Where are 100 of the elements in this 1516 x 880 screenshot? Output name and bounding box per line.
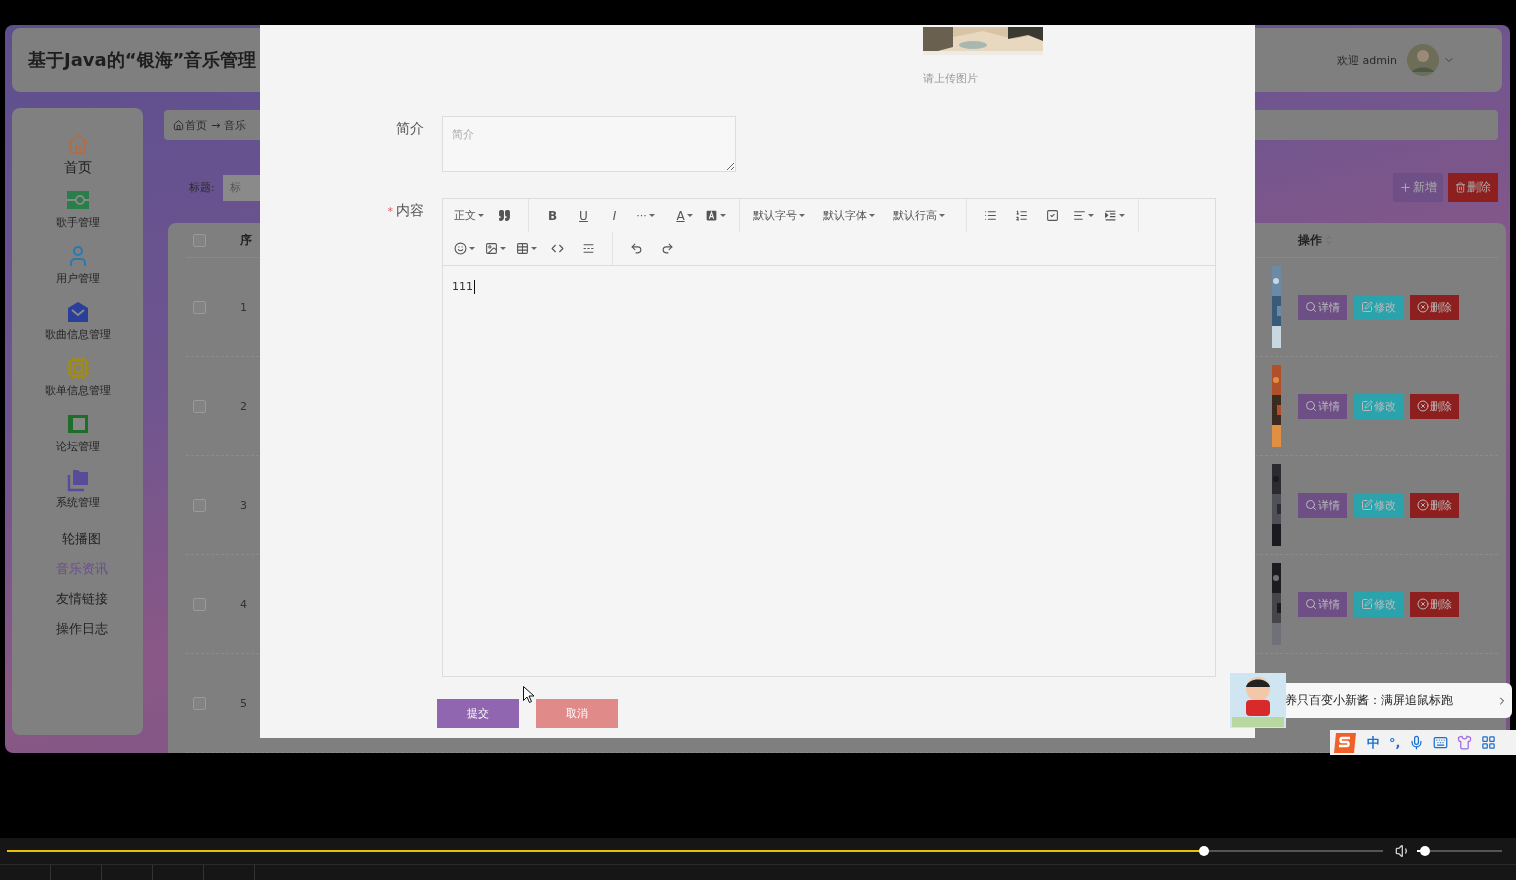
circle-x-icon — [1417, 598, 1429, 610]
column-header: 序 — [240, 231, 253, 249]
checkbox[interactable] — [193, 597, 206, 611]
breadcrumb-link[interactable]: 音乐 — [224, 117, 247, 133]
volume-thumb[interactable] — [1419, 846, 1430, 856]
undo-icon — [630, 242, 643, 255]
text-caret — [474, 280, 475, 294]
table-cell-text: 1 — [240, 300, 248, 314]
panel-icon — [65, 412, 90, 436]
table-icon — [516, 242, 529, 255]
punctuation-mode[interactable]: °, — [1389, 735, 1401, 750]
sidebar-item[interactable]: 轮播图 — [62, 524, 101, 554]
notification-card[interactable]: 养只百变小新酱：满屏追鼠标跑 — [1284, 683, 1512, 718]
checkbox[interactable] — [193, 696, 206, 710]
breadcrumb-separator: → — [211, 118, 221, 132]
intro-textarea[interactable]: 简介 — [442, 116, 736, 172]
circle-x-icon — [1417, 400, 1429, 412]
grid-icon[interactable] — [1481, 735, 1497, 750]
quote-icon — [498, 209, 511, 222]
detail-button[interactable]: 详情 — [1298, 294, 1347, 320]
emoji-icon — [454, 242, 467, 255]
delete-button[interactable]: 删除 — [1410, 393, 1459, 419]
welcome-text: 欢迎 admin — [1337, 52, 1397, 68]
search-icon — [1305, 598, 1317, 610]
divider-line-icon — [582, 242, 595, 255]
table-cell-text: 3 — [240, 498, 248, 512]
checkbox[interactable] — [193, 498, 206, 512]
toolbar-button[interactable]: ··· — [630, 202, 661, 229]
checklist-icon — [1046, 209, 1059, 222]
delete-button[interactable]: 删除 — [1410, 492, 1459, 518]
shirt-icon[interactable] — [1457, 735, 1473, 750]
sidebar-item[interactable]: 首页 — [63, 132, 92, 188]
add-button[interactable]: 新增 — [1393, 173, 1443, 202]
sidebar-item[interactable]: 用户管理 — [55, 244, 100, 300]
numbered-list-icon — [1015, 209, 1028, 222]
progress-thumb[interactable] — [1199, 846, 1210, 856]
pencil-square-icon — [1361, 301, 1373, 313]
ime-logo-icon[interactable] — [1332, 730, 1358, 755]
search-icon — [1305, 499, 1317, 511]
chip-icon — [65, 356, 90, 380]
sidebar-item[interactable]: 歌曲信息管理 — [44, 300, 111, 356]
detail-button[interactable]: 详情 — [1298, 393, 1347, 419]
toolbar-button[interactable]: B — [537, 202, 568, 229]
table-cell-text: 2 — [240, 399, 248, 413]
delete-button[interactable]: 删除 — [1410, 591, 1459, 617]
app-title: 基于Java的“银海”音乐管理 — [28, 48, 257, 72]
table-cell-text: 5 — [240, 696, 248, 710]
table-cell-text: 4 — [240, 597, 248, 611]
toolbar-button[interactable]: U — [568, 202, 599, 229]
cancel-button[interactable]: 取消 — [536, 699, 618, 728]
mouse-pointer-icon — [523, 686, 534, 703]
toggle-icon — [65, 188, 90, 212]
avatar-icon[interactable] — [1407, 44, 1439, 76]
envelope-icon — [65, 300, 90, 324]
pencil-square-icon — [1361, 499, 1373, 511]
toolbar-button[interactable]: 默认字体 — [818, 202, 880, 229]
trash-icon — [1455, 182, 1466, 193]
circle-x-icon — [1417, 301, 1429, 313]
sidebar-item[interactable]: 系统管理 — [55, 468, 100, 524]
editor-text: 111 — [452, 280, 473, 293]
search-icon — [1305, 400, 1317, 412]
detail-button[interactable]: 详情 — [1298, 492, 1347, 518]
image-icon — [485, 242, 498, 255]
indent-icon — [1104, 209, 1117, 222]
search-label: 标题: — [189, 180, 215, 195]
sidebar-item[interactable]: 歌手管理 — [55, 188, 100, 244]
delete-button[interactable]: 删除 — [1410, 294, 1459, 320]
toolbar-button[interactable]: A — [669, 202, 700, 229]
folders-icon — [65, 468, 90, 492]
breadcrumb-link[interactable]: 首页 — [173, 117, 207, 133]
toolbar-button[interactable]: I — [599, 202, 630, 229]
align-icon — [1073, 209, 1086, 222]
sidebar-item[interactable]: 友情链接 — [55, 584, 108, 614]
notification-text: 养只百变小新酱：满屏追鼠标跑 — [1285, 692, 1453, 709]
pencil-square-icon — [1361, 400, 1373, 412]
keyboard-icon[interactable] — [1433, 735, 1449, 750]
pencil-square-icon — [1361, 598, 1373, 610]
checkbox[interactable] — [193, 300, 206, 314]
submit-button[interactable]: 提交 — [437, 699, 519, 728]
microphone-icon[interactable] — [1409, 735, 1425, 750]
search-icon — [1305, 301, 1317, 313]
sidebar-item[interactable]: 歌单信息管理 — [44, 356, 111, 412]
redo-icon — [661, 242, 674, 255]
column-header: 操作 — [1298, 231, 1322, 249]
checkbox[interactable] — [193, 399, 206, 413]
delete-button[interactable]: 删除 — [1448, 173, 1498, 202]
sidebar-item[interactable]: 论坛管理 — [55, 412, 100, 468]
plus-icon — [1399, 181, 1412, 194]
cartoon-figure-icon — [1230, 673, 1286, 728]
field-label: 简介 — [395, 119, 424, 138]
toolbar-button[interactable]: 默认字号 — [748, 202, 810, 229]
detail-button[interactable]: 详情 — [1298, 591, 1347, 617]
sidebar-item[interactable]: 操作日志 — [55, 614, 108, 644]
toolbar-button[interactable]: 默认行高 — [888, 202, 950, 229]
toolbar-button[interactable]: 正文 — [449, 202, 489, 229]
home-icon — [173, 119, 184, 131]
highlight-icon — [705, 209, 718, 222]
editor-content[interactable]: 111 — [443, 265, 1215, 676]
checkbox[interactable] — [193, 233, 206, 247]
input-mode[interactable]: 中 — [1367, 733, 1380, 752]
